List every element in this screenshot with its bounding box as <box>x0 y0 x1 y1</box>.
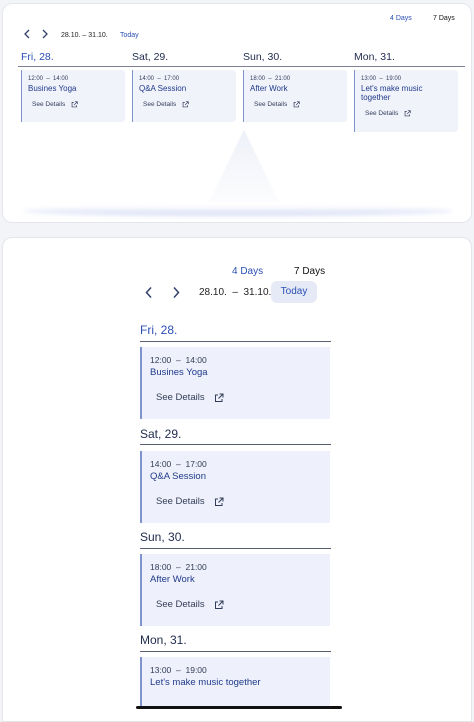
range-start: 28.10. <box>61 32 81 39</box>
event-card[interactable]: 18:00 – 21:00 After Work See Details <box>140 554 330 626</box>
date-range: 28.10. – 31.10. <box>61 32 108 39</box>
four-days-toggle[interactable]: 4 Days <box>232 266 263 277</box>
day-column: Fri, 28. <box>21 50 129 64</box>
event-title: Q&A Session <box>150 471 206 482</box>
event-time: 12:00 – 14:00 <box>28 76 69 82</box>
event-time: 18:00 – 21:00 <box>250 76 291 82</box>
today-button[interactable]: Today <box>271 281 317 303</box>
day-title: Mon, 31. <box>354 51 395 63</box>
event-time: 18:00 – 21:00 <box>150 562 207 572</box>
event-title: Let's make music together <box>150 677 261 688</box>
today-button[interactable]: Today <box>120 32 139 39</box>
prev-arrow-icon[interactable] <box>144 286 154 299</box>
see-details-link[interactable]: See Details <box>156 599 224 610</box>
external-link-icon <box>404 110 411 117</box>
day-column: Sat, 29. <box>132 50 240 64</box>
day-title: Sun, 30. <box>140 530 185 544</box>
day-header-divider <box>18 66 465 67</box>
external-link-icon <box>293 101 300 108</box>
range-separator: – <box>232 287 238 298</box>
next-arrow-icon[interactable] <box>171 286 181 299</box>
mobile-calendar-card: 4 Days 7 Days 28.10. – 31.10. Today Fri,… <box>2 237 472 722</box>
day-divider <box>140 341 331 342</box>
event-card[interactable]: 13:00 – 19:00 Let's make music together … <box>354 70 458 132</box>
event-card[interactable]: 14:00 – 17:00 Q&A Session See Details <box>140 451 330 523</box>
range-start: 28.10. <box>199 287 227 298</box>
event-title: Busines Yoga <box>28 84 77 93</box>
day-divider <box>140 444 331 445</box>
day-column: Sun, 30. <box>243 50 351 64</box>
event-time: 14:00 – 17:00 <box>150 459 207 469</box>
see-details-link[interactable]: See Details <box>32 101 119 108</box>
see-details-link[interactable]: See Details <box>143 101 230 108</box>
date-range: 28.10. – 31.10. <box>199 287 271 298</box>
scroll-bar[interactable] <box>136 706 342 709</box>
external-link-icon <box>214 497 224 506</box>
event-card[interactable]: 13:00 – 19:00 Let's make music together <box>140 657 330 707</box>
event-title: Q&A Session <box>139 84 187 93</box>
range-end: 31.10. <box>88 32 108 39</box>
day-divider <box>140 548 331 549</box>
day-title: Fri, 28. <box>21 51 54 63</box>
prev-arrow-icon[interactable] <box>23 29 31 39</box>
event-time: 13:00 – 19:00 <box>150 665 207 675</box>
seven-days-toggle[interactable]: 7 Days <box>294 266 325 277</box>
event-title: Let's make music together <box>361 84 423 102</box>
see-details-link[interactable]: See Details <box>156 496 224 507</box>
event-card[interactable]: 12:00 – 14:00 Busines Yoga See Details <box>140 347 330 419</box>
seven-days-toggle[interactable]: 7 Days <box>433 15 455 22</box>
range-separator: – <box>82 32 87 39</box>
decorative-shadow <box>23 206 453 216</box>
day-column: Mon, 31. <box>354 50 462 64</box>
event-title: After Work <box>150 574 195 585</box>
next-arrow-icon[interactable] <box>41 29 49 39</box>
external-link-icon <box>214 393 224 402</box>
event-card[interactable]: 14:00 – 17:00 Q&A Session See Details <box>132 70 236 122</box>
event-card[interactable]: 18:00 – 21:00 After Work See Details <box>243 70 347 122</box>
see-details-link[interactable]: See Details <box>365 110 452 117</box>
event-time: 13:00 – 19:00 <box>361 76 402 82</box>
event-time: 14:00 – 17:00 <box>139 76 180 82</box>
decorative-pointer <box>209 130 279 202</box>
four-days-toggle[interactable]: 4 Days <box>390 15 412 22</box>
day-title: Mon, 31. <box>140 633 187 647</box>
day-divider <box>140 651 331 652</box>
range-end: 31.10. <box>243 287 272 298</box>
day-title: Sat, 29. <box>140 427 182 441</box>
see-details-link[interactable]: See Details <box>254 101 341 108</box>
day-title: Sun, 30. <box>243 51 283 63</box>
desktop-calendar-card: 4 Days 7 Days 28.10. – 31.10. Today Fri,… <box>2 3 472 223</box>
external-link-icon <box>182 101 189 108</box>
event-card[interactable]: 12:00 – 14:00 Busines Yoga See Details <box>21 70 125 122</box>
day-title: Fri, 28. <box>140 323 178 337</box>
see-details-link[interactable]: See Details <box>156 392 224 403</box>
external-link-icon <box>71 101 78 108</box>
external-link-icon <box>214 600 224 609</box>
event-time: 12:00 – 14:00 <box>150 355 207 365</box>
event-title: After Work <box>250 84 288 93</box>
event-title: Busines Yoga <box>150 367 208 378</box>
day-title: Sat, 29. <box>132 51 169 63</box>
